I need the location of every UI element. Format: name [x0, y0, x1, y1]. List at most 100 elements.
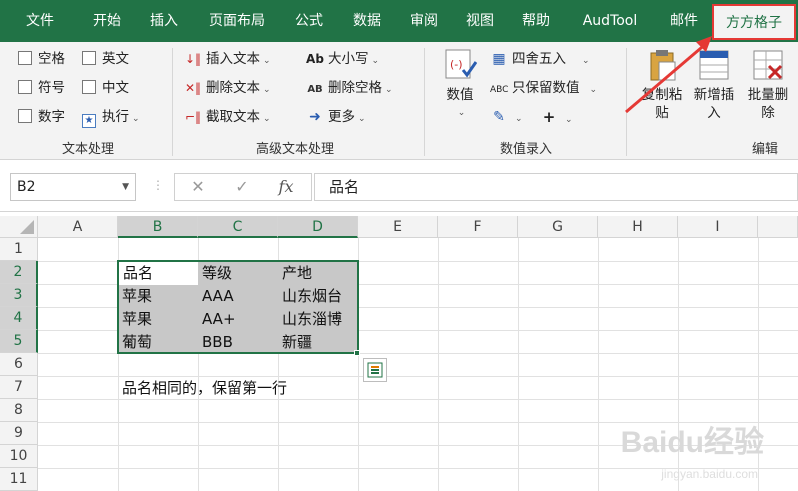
batch-delete-button[interactable]: 批量删除: [742, 48, 794, 122]
row-header-6[interactable]: 6: [0, 353, 38, 376]
delete-text-button[interactable]: ✕‖ 删除文本 ⌄: [184, 77, 271, 99]
chevron-down-icon: ⌄: [358, 114, 366, 124]
column-header-c[interactable]: C: [198, 216, 278, 238]
confirm-icon[interactable]: ✓: [227, 174, 257, 200]
gridline: [598, 238, 599, 491]
row-header-1[interactable]: 1: [0, 238, 38, 261]
worksheet-grid[interactable]: A B C D E F G H I 1 2 3 4 5 6 7 8 9 10 1…: [0, 216, 798, 491]
checkbox-symbol-label: 符号: [38, 80, 65, 96]
checkbox-icon: [18, 80, 32, 94]
formula-input[interactable]: 品名: [314, 173, 798, 201]
checkbox-number[interactable]: 数字: [18, 106, 65, 128]
cell-b7-note[interactable]: 品名相同的，保留第一行: [118, 377, 358, 400]
row-header-11[interactable]: 11: [0, 468, 38, 491]
chevron-down-icon: ⌄: [457, 108, 466, 118]
name-box[interactable]: B2 ▼: [10, 173, 136, 201]
column-header-b[interactable]: B: [118, 216, 198, 238]
checkbox-icon: [18, 51, 32, 65]
cell-c5[interactable]: BBB: [198, 331, 278, 354]
group-label-edit: 编辑: [751, 142, 778, 157]
case-button[interactable]: Ab 大小写 ⌄: [306, 48, 379, 70]
column-header-a[interactable]: A: [38, 216, 118, 238]
cell-d2[interactable]: 产地: [278, 262, 358, 285]
tab-formulas[interactable]: 公式: [284, 0, 334, 42]
checkbox-number-label: 数字: [38, 109, 65, 125]
checkbox-symbol[interactable]: 符号: [18, 77, 65, 99]
row-header-7[interactable]: 7: [0, 376, 38, 399]
cell-b5[interactable]: 葡萄: [118, 331, 198, 354]
row-header-4[interactable]: 4: [0, 307, 38, 330]
remove-spaces-button[interactable]: AB 删除空格 ⌄: [306, 77, 392, 99]
row-header-8[interactable]: 8: [0, 399, 38, 422]
batch-delete-label: 批量删除: [747, 87, 789, 121]
group-label-advanced-text: 高级文本处理: [255, 142, 334, 157]
select-all-corner[interactable]: [0, 216, 38, 238]
row-header-5[interactable]: 5: [0, 330, 38, 353]
cell-c3[interactable]: AAA: [198, 285, 278, 308]
row-header-9[interactable]: 9: [0, 422, 38, 445]
edit-dropdown[interactable]: ✎ ⌄: [490, 106, 522, 128]
baidu-watermark-logo: Baidu经验: [620, 426, 764, 459]
quick-analysis-icon: [367, 362, 383, 378]
group-divider: [172, 48, 173, 156]
round-button[interactable]: ▦ 四舍五入 ⌄: [490, 48, 590, 70]
more-button[interactable]: ➜ 更多 ⌄: [306, 106, 366, 128]
cell-d5[interactable]: 新疆: [278, 331, 358, 354]
cell-d3[interactable]: 山东烟台: [278, 285, 358, 308]
grid-icon: ▦: [492, 51, 506, 67]
column-header-e[interactable]: E: [358, 216, 438, 238]
column-header-i[interactable]: I: [678, 216, 758, 238]
formula-bar: B2 ▼ ⋮ ✕ ✓ fx 品名: [0, 160, 798, 212]
tab-review[interactable]: 审阅: [400, 0, 448, 42]
row-header-2[interactable]: 2: [0, 261, 38, 284]
tab-help[interactable]: 帮助: [512, 0, 560, 42]
insert-text-button[interactable]: ↓‖ 插入文本 ⌄: [184, 48, 271, 70]
chevron-down-icon: ⌄: [132, 114, 140, 124]
column-header-partial: [758, 216, 798, 238]
column-header-h[interactable]: H: [598, 216, 678, 238]
quick-analysis-button[interactable]: [363, 358, 387, 382]
value-button-label: 数值: [446, 87, 474, 103]
add-dropdown[interactable]: + ⌄: [540, 106, 573, 128]
keep-values-button[interactable]: ABC 只保留数值 ⌄: [490, 77, 597, 99]
tab-insert[interactable]: 插入: [138, 0, 190, 42]
plus-icon: +: [542, 108, 556, 126]
annotation-arrow-icon: [625, 36, 712, 114]
cell-b4[interactable]: 苹果: [118, 308, 198, 331]
delete-text-icon: ✕‖: [184, 81, 202, 95]
row-header-3[interactable]: 3: [0, 284, 38, 307]
checkbox-space[interactable]: 空格: [18, 48, 65, 70]
gridline: [518, 238, 519, 491]
cell-b2[interactable]: 品名: [119, 262, 198, 285]
checkbox-icon: [82, 80, 96, 94]
cell-b3[interactable]: 苹果: [118, 285, 198, 308]
cell-c4[interactable]: AA+: [198, 308, 278, 331]
tab-page-layout[interactable]: 页面布局: [198, 0, 276, 42]
cell-d4[interactable]: 山东淄博: [278, 308, 358, 331]
case-icon: Ab: [306, 52, 324, 66]
cell-c2[interactable]: 等级: [198, 262, 278, 285]
extract-text-button[interactable]: ⌐‖ 截取文本 ⌄: [184, 106, 271, 128]
column-header-g[interactable]: G: [518, 216, 598, 238]
fx-icon[interactable]: fx: [271, 174, 301, 200]
tab-file[interactable]: 文件: [12, 0, 68, 42]
cancel-icon[interactable]: ✕: [183, 174, 213, 200]
execute-button[interactable]: ★ 执行 ⌄: [82, 106, 140, 128]
remove-spaces-icon: AB: [307, 84, 323, 95]
checkbox-chinese[interactable]: 中文: [82, 77, 129, 99]
chevron-down-icon: ⌄: [263, 56, 271, 66]
tab-data[interactable]: 数据: [342, 0, 392, 42]
round-label: 四舍五入: [512, 51, 566, 67]
group-label-numeric: 数值录入: [499, 142, 552, 157]
remove-spaces-label: 删除空格: [328, 80, 382, 96]
column-header-f[interactable]: F: [438, 216, 518, 238]
tab-view[interactable]: 视图: [456, 0, 504, 42]
value-button[interactable]: (-) 数值 ⌄: [438, 48, 482, 122]
column-header-d[interactable]: D: [278, 216, 358, 238]
chevron-down-icon: ⌄: [582, 56, 590, 66]
checkbox-english[interactable]: 英文: [82, 48, 129, 70]
fill-handle[interactable]: [354, 350, 360, 356]
edit-icon: ✎: [493, 109, 505, 125]
tab-home[interactable]: 开始: [78, 0, 136, 42]
row-header-10[interactable]: 10: [0, 445, 38, 468]
